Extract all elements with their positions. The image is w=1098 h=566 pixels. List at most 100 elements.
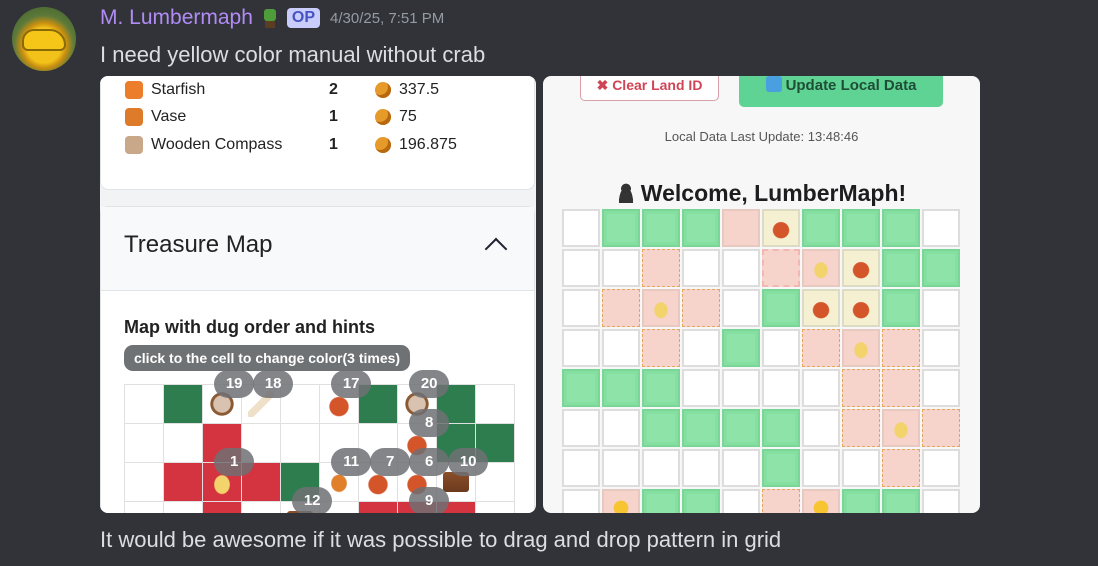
grid-cell[interactable] (602, 369, 640, 407)
grid-cell[interactable] (682, 329, 720, 367)
grid-cell[interactable] (682, 209, 720, 247)
grid-cell[interactable] (602, 409, 640, 447)
grid-cell[interactable] (642, 329, 680, 367)
grid-cell[interactable] (722, 209, 760, 247)
grid-cell[interactable] (562, 209, 600, 247)
grid-cell[interactable] (922, 209, 960, 247)
grid-cell[interactable] (762, 209, 800, 247)
grid-cell[interactable] (762, 289, 800, 327)
grid-cell[interactable] (203, 502, 241, 513)
grid-cell[interactable] (476, 385, 514, 423)
chevron-up-icon[interactable] (484, 237, 508, 261)
grid-cell[interactable] (125, 502, 163, 513)
grid-cell[interactable] (125, 385, 163, 423)
grid-cell[interactable] (642, 409, 680, 447)
grid-cell[interactable] (602, 289, 640, 327)
grid-cell[interactable] (882, 449, 920, 487)
grid-cell[interactable] (722, 289, 760, 327)
grid-cell[interactable] (882, 329, 920, 367)
grid-cell[interactable] (642, 489, 680, 513)
author-name[interactable]: M. Lumbermaph (100, 6, 253, 30)
grid-cell[interactable] (682, 449, 720, 487)
grid-cell[interactable] (602, 329, 640, 367)
grid-cell[interactable] (762, 329, 800, 367)
grid-cell[interactable] (802, 489, 840, 513)
grid-cell[interactable] (802, 289, 840, 327)
grid-cell[interactable] (164, 502, 202, 513)
grid-cell[interactable] (882, 369, 920, 407)
grid-cell[interactable] (562, 409, 600, 447)
grid-cell[interactable] (722, 489, 760, 513)
grid-cell[interactable] (882, 409, 920, 447)
grid-cell[interactable] (722, 249, 760, 287)
grid-cell[interactable] (842, 249, 880, 287)
grid-cell[interactable] (882, 489, 920, 513)
grid-cell[interactable] (602, 209, 640, 247)
grid-cell[interactable] (164, 463, 202, 501)
grid-cell[interactable] (762, 369, 800, 407)
grid-cell[interactable] (642, 209, 680, 247)
author-avatar[interactable] (12, 7, 76, 71)
grid-cell[interactable] (562, 289, 600, 327)
grid-cell[interactable] (842, 289, 880, 327)
grid-cell[interactable] (842, 449, 880, 487)
grid-cell[interactable] (642, 449, 680, 487)
grid-cell[interactable] (802, 249, 840, 287)
grid-cell[interactable] (642, 249, 680, 287)
grid-cell[interactable] (682, 409, 720, 447)
grid-cell[interactable] (722, 369, 760, 407)
grid-cell[interactable] (242, 502, 280, 513)
grid-cell[interactable] (882, 249, 920, 287)
grid-cell[interactable] (922, 489, 960, 513)
grid-cell[interactable] (922, 449, 960, 487)
grid-cell[interactable] (802, 329, 840, 367)
grid-cell[interactable] (562, 369, 600, 407)
update-local-data-button[interactable]: Update Local Data (739, 76, 943, 107)
grid-cell[interactable] (842, 369, 880, 407)
grid-cell[interactable] (882, 209, 920, 247)
grid-cell[interactable] (922, 289, 960, 327)
grid-cell[interactable] (722, 409, 760, 447)
grid-cell[interactable] (642, 369, 680, 407)
grid-cell[interactable] (762, 409, 800, 447)
grid-cell[interactable] (882, 289, 920, 327)
grid-cell[interactable] (802, 449, 840, 487)
grid-cell[interactable] (642, 289, 680, 327)
grid-cell[interactable] (762, 489, 800, 513)
grid-cell[interactable] (682, 369, 720, 407)
grid-cell[interactable] (922, 369, 960, 407)
grid-cell[interactable] (722, 329, 760, 367)
grid-cell[interactable] (842, 489, 880, 513)
grid-cell[interactable] (802, 409, 840, 447)
grid-cell[interactable] (922, 409, 960, 447)
grid-cell[interactable] (682, 489, 720, 513)
grid-cell[interactable] (602, 249, 640, 287)
grid-cell[interactable] (562, 449, 600, 487)
grid-cell[interactable] (762, 249, 800, 287)
grid-cell[interactable] (562, 329, 600, 367)
grid-cell[interactable] (602, 449, 640, 487)
grid-cell[interactable] (125, 463, 163, 501)
grid-cell[interactable] (682, 249, 720, 287)
grid-cell[interactable] (802, 209, 840, 247)
attachment-image-land[interactable]: ✖ Clear Land ID Update Local Data Local … (543, 76, 980, 513)
grid-cell[interactable] (562, 249, 600, 287)
grid-cell[interactable] (762, 449, 800, 487)
grid-cell[interactable] (281, 424, 319, 462)
clear-land-id-button[interactable]: ✖ Clear Land ID (580, 76, 719, 101)
grid-cell[interactable] (842, 329, 880, 367)
grid-cell[interactable] (842, 409, 880, 447)
grid-cell[interactable] (802, 369, 840, 407)
grid-cell[interactable] (164, 385, 202, 423)
grid-cell[interactable] (125, 424, 163, 462)
grid-cell[interactable] (602, 489, 640, 513)
grid-cell[interactable] (722, 449, 760, 487)
treasure-map-header[interactable]: Treasure Map (101, 207, 534, 291)
grid-cell[interactable] (922, 329, 960, 367)
grid-cell[interactable] (842, 209, 880, 247)
grid-cell[interactable] (476, 502, 514, 513)
grid-cell[interactable] (682, 289, 720, 327)
attachment-image-inventory[interactable]: Hieroglyph2750Starfish2337.5Vase175Woode… (100, 76, 536, 513)
grid-cell[interactable] (164, 424, 202, 462)
grid-cell[interactable] (359, 502, 397, 513)
